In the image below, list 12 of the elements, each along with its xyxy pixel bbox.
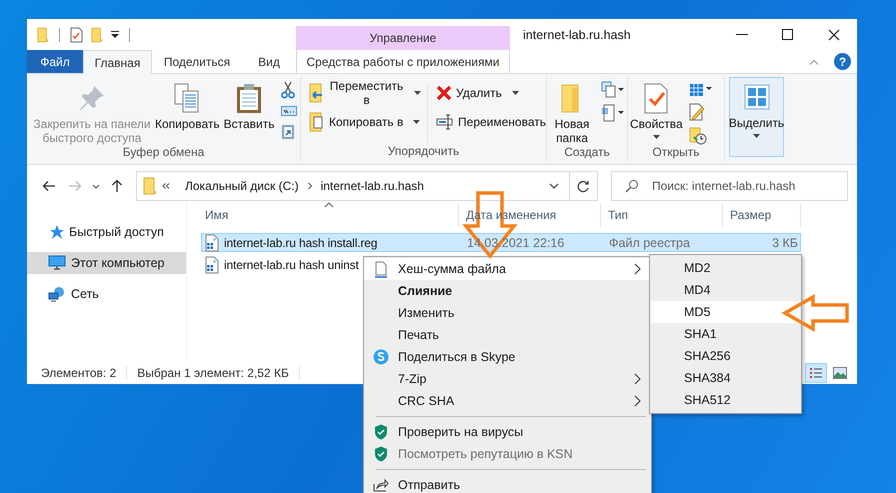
file-name: internet-lab.ru hash uninst <box>224 258 359 272</box>
group-label: Буфер обмена <box>122 145 206 161</box>
window-title: internet-lab.ru.hash <box>522 28 631 42</box>
file-name: internet-lab.ru hash install.reg <box>224 236 378 250</box>
contextual-tab-header: Управление <box>296 26 510 50</box>
table-cell-text: 3 КБ <box>771 236 798 250</box>
group-label: Открыть <box>651 145 701 161</box>
status-text: Элементов: 2 <box>41 366 116 380</box>
group-label: Упорядочить <box>386 144 460 160</box>
status-text: Выбран 1 элемент: 2,52 КБ <box>137 366 289 380</box>
group-label: Создать <box>563 145 611 161</box>
table-cell-text: Файл реестра <box>608 236 691 250</box>
